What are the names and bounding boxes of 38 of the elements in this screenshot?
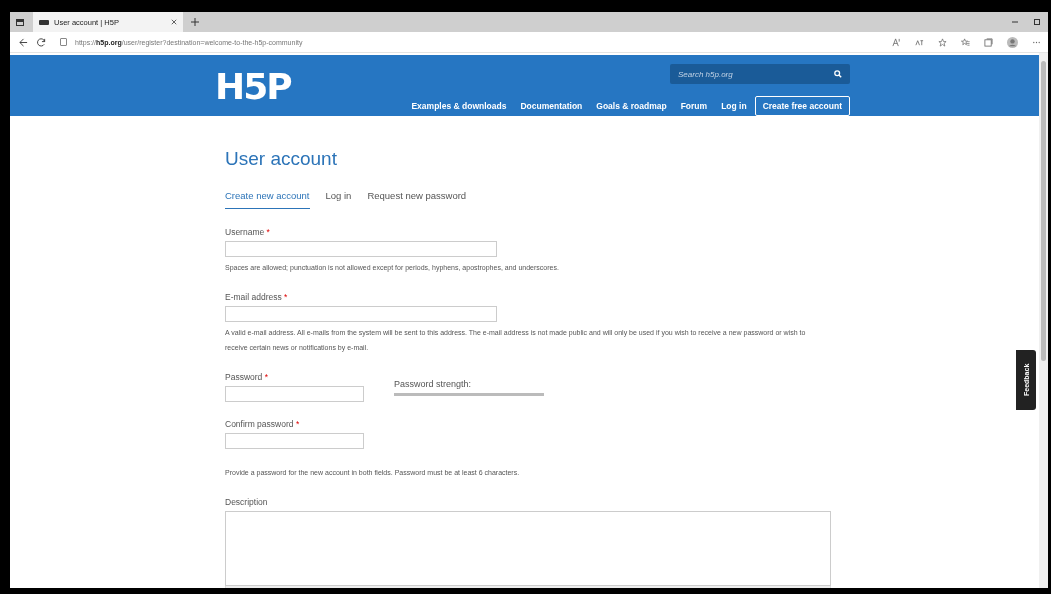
field-label: Description <box>225 497 269 507</box>
search-input[interactable]: Search h5p.org <box>678 69 834 79</box>
password-strength-label: Password strength: <box>394 379 473 389</box>
profile-avatar-icon[interactable] <box>1007 36 1018 48</box>
site-logo[interactable]: H5P <box>215 65 291 116</box>
text-field[interactable] <box>225 306 497 322</box>
back-icon[interactable] <box>19 37 28 47</box>
create-account-button[interactable]: Create free account <box>754 96 850 116</box>
field-label: Confirm password * <box>225 419 301 429</box>
search-field[interactable]: Search h5p.org <box>670 64 850 84</box>
scrollbar[interactable] <box>1039 53 1048 588</box>
close-icon[interactable] <box>171 19 177 25</box>
nav-link[interactable]: Goals & roadmap <box>596 101 667 111</box>
nav-link[interactable]: Forum <box>680 101 708 111</box>
page-tab[interactable]: Log in <box>325 190 352 209</box>
collections-icon[interactable] <box>984 37 993 47</box>
restore-icon[interactable] <box>1033 18 1041 26</box>
text-field[interactable] <box>225 241 497 257</box>
nav-link[interactable]: Log in <box>721 101 747 111</box>
password-field[interactable] <box>225 386 364 402</box>
field-label: E-mail address * <box>225 292 289 302</box>
tab-actions-icon[interactable] <box>16 18 24 26</box>
text-field[interactable] <box>225 433 364 449</box>
field-label: Username * <box>225 227 271 237</box>
star-icon[interactable] <box>938 37 947 47</box>
page-tab[interactable]: Request new password <box>367 190 467 209</box>
new-tab-icon[interactable] <box>191 18 199 26</box>
refresh-icon[interactable] <box>37 37 46 47</box>
page-title: User account <box>225 148 338 170</box>
nav-link[interactable]: Documentation <box>520 101 583 111</box>
field-label: Password * <box>225 372 269 382</box>
favorites-icon[interactable] <box>961 37 970 47</box>
search-icon[interactable] <box>834 70 842 78</box>
minimize-icon[interactable] <box>1011 18 1019 26</box>
nav-link[interactable]: Examples & downloads <box>411 101 507 111</box>
page-tab[interactable]: Create new account <box>225 190 310 209</box>
read-aloud-icon[interactable] <box>892 37 901 47</box>
description-field[interactable] <box>225 511 831 586</box>
